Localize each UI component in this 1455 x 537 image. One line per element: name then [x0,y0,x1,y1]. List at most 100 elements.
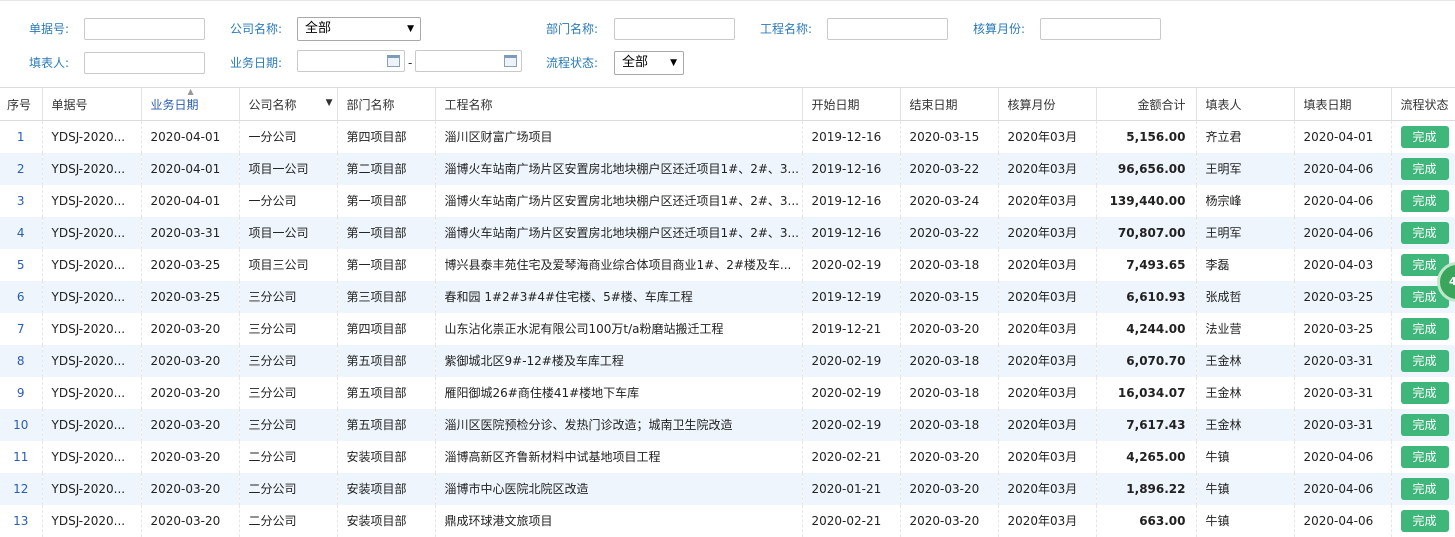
dropdown-arrow-icon: ▼ [407,24,414,34]
bizdate-end-input[interactable] [415,50,522,72]
status-badge[interactable]: 完成 [1400,125,1449,148]
table-row[interactable]: 2 YDSJ-2020... 2020-04-01 项目一公司 第二项目部 淄博火车站南广… [0,152,1455,185]
table-row[interactable]: 7 YDSJ-2020... 2020-03-20 三分公司 第四项目部 山东沾化祟正水泥… [0,312,1455,345]
filler-input[interactable] [84,52,205,74]
column-header[interactable]: 单据号 [41,87,141,121]
filler-cell: 齐立君 [1195,120,1294,153]
status-badge[interactable]: 完成 [1400,477,1449,500]
status-badge[interactable]: 完成 [1400,221,1449,244]
company-cell: 二分公司 [238,504,337,537]
month-cell: 2020年03月 [997,440,1096,473]
status-badge[interactable]: 完成 [1400,413,1449,436]
bizdate-cell: 2020-03-20 [140,344,239,377]
calendar-icon[interactable] [387,55,400,67]
company-cell: 三分公司 [238,344,337,377]
table-row[interactable]: 5 YDSJ-2020... 2020-03-25 项目三公司 第一项目部 博兴县泰丰苑住… [0,248,1455,281]
column-header[interactable]: 部门名称 [336,87,435,121]
status-badge[interactable]: 完成 [1400,381,1449,404]
company-cell: 三分公司 [238,376,337,409]
table-row[interactable]: 4 YDSJ-2020... 2020-03-31 项目一公司 第一项目部 淄博火车站南广… [0,216,1455,249]
fill-date-cell: 2020-04-06 [1293,472,1391,505]
table-row[interactable]: 10 YDSJ-2020... 2020-03-20 三分公司 第五项目部 淄川区医院预检… [0,408,1455,441]
month-input[interactable] [1040,18,1161,40]
status-badge[interactable]: 完成 [1400,157,1449,180]
doc-no-input[interactable] [84,18,205,40]
sort-indicator-icon: ▲ [187,87,194,96]
status-badge[interactable]: 完成 [1400,509,1449,532]
start-date-cell: 2019-12-16 [801,152,900,185]
row-index: 12 [0,472,42,505]
status-cell: 完成 [1390,504,1455,537]
filler-cell: 牛镇 [1195,472,1294,505]
status-badge[interactable]: 完成 [1400,317,1449,340]
project-cell: 紫御城北区9#-12#楼及车库工程 [434,344,802,377]
end-date-cell: 2020-03-20 [899,504,998,537]
column-header[interactable]: 结束日期 [899,87,998,121]
doc-no-cell: YDSJ-2020... [41,376,141,409]
start-date-cell: 2020-02-19 [801,248,900,281]
row-index: 13 [13,513,29,528]
dept-input[interactable] [614,18,735,40]
start-date-cell: 2020-02-19 [801,376,900,409]
amount-cell: 7,617.43 [1095,408,1196,441]
fill-date-cell: 2020-04-06 [1293,440,1391,473]
column-header[interactable]: 核算月份 [997,87,1096,121]
column-header[interactable]: 序号 [0,87,42,121]
table-row[interactable]: 8 YDSJ-2020... 2020-03-20 三分公司 第五项目部 紫御城北区9#-… [0,344,1455,377]
bizdate-start-input[interactable] [297,50,405,72]
column-header[interactable]: 工程名称 [434,87,802,121]
status-cell: 完成 [1390,440,1455,473]
column-header-sorted[interactable]: ▲ 业务日期 [140,87,239,121]
table-row[interactable]: 12 YDSJ-2020... 2020-03-20 二分公司 安装项目部 淄博市中心医院… [0,472,1455,505]
row-index: 8 [0,344,42,377]
table-row[interactable]: 9 YDSJ-2020... 2020-03-20 三分公司 第五项目部 雁阳御城26#商… [0,376,1455,409]
project-cell: 淄博火车站南广场片区安置房北地块棚户区还迁项目1#、2#、3... [434,216,802,249]
status-badge[interactable]: 完成 [1400,189,1449,212]
amount-cell: 7,493.65 [1095,248,1196,281]
bizdate-cell: 2020-04-01 [140,120,239,153]
end-date-cell: 2020-03-20 [899,472,998,505]
status-cell: 完成 [1390,312,1455,345]
month-cell: 2020年03月 [997,376,1096,409]
column-header[interactable]: 填表日期 [1293,87,1391,121]
project-cell: 春和园 1#2#3#4#住宅楼、5#楼、车库工程 [434,280,802,313]
column-header[interactable]: 金额合计 [1095,87,1196,121]
filler-cell: 王金林 [1195,376,1294,409]
calendar-icon[interactable] [504,55,517,67]
project-input[interactable] [827,18,948,40]
table-body: 1 YDSJ-2020... 2020-04-01 一分公司 第四项目部 淄川区财富广场项… [0,120,1455,537]
bizdate-cell: 2020-03-20 [140,472,239,505]
table-row[interactable]: 11 YDSJ-2020... 2020-03-20 二分公司 安装项目部 淄博高新区齐鲁… [0,440,1455,473]
end-date-cell: 2020-03-18 [899,408,998,441]
fill-date-cell: 2020-04-06 [1293,152,1391,185]
amount-cell: 6,610.93 [1095,280,1196,313]
status-cell: 完成 [1390,472,1455,505]
company-select[interactable]: 全部 ▼ [297,17,421,41]
status-badge[interactable]: 完成 [1400,445,1449,468]
dept-label: 部门名称: [546,22,599,36]
column-header[interactable]: 填表人 [1195,87,1294,121]
column-filter-icon[interactable]: ▼ [326,98,333,108]
dept-cell: 安装项目部 [336,504,435,537]
column-header[interactable]: 开始日期 [801,87,900,121]
table-row[interactable]: 1 YDSJ-2020... 2020-04-01 一分公司 第四项目部 淄川区财富广场项… [0,120,1455,153]
row-index: 11 [13,449,29,464]
bizdate-cell: 2020-03-31 [140,216,239,249]
table-row[interactable]: 3 YDSJ-2020... 2020-04-01 一分公司 第一项目部 淄博火车站南广场… [0,184,1455,217]
doc-no-cell: YDSJ-2020... [41,120,141,153]
start-date-cell: 2019-12-21 [801,312,900,345]
table-row[interactable]: 6 YDSJ-2020... 2020-03-25 三分公司 第三项目部 春和园 1#2#… [0,280,1455,313]
column-header[interactable]: 公司名称 ▼ [238,87,337,121]
company-select-value: 全部 [305,21,332,36]
status-badge[interactable]: 完成 [1400,349,1449,372]
company-cell: 二分公司 [238,440,337,473]
table-row[interactable]: 13 YDSJ-2020... 2020-03-20 二分公司 安装项目部 鼎成环球港文旅… [0,504,1455,537]
filler-label: 填表人: [29,56,70,70]
status-select-value: 全部 [622,55,649,70]
amount-cell: 70,807.00 [1095,216,1196,249]
column-header[interactable]: 流程状态 [1390,87,1455,121]
filler-cell: 牛镇 [1195,504,1294,537]
status-select[interactable]: 全部 ▼ [614,51,684,75]
company-cell: 三分公司 [238,312,337,345]
doc-no-cell: YDSJ-2020... [41,504,141,537]
